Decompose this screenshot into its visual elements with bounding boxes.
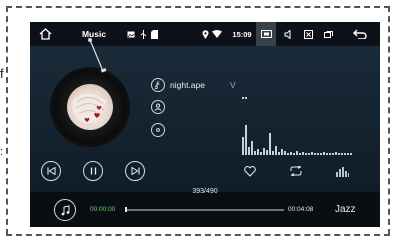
favorite-icon[interactable]	[243, 164, 257, 178]
frame-bottom	[6, 234, 390, 236]
song-name-suffix: V	[230, 80, 236, 90]
progress-track[interactable]	[126, 209, 284, 211]
artist-icon	[151, 100, 165, 114]
pause-button[interactable]	[83, 161, 103, 181]
location-icon	[200, 22, 210, 46]
wifi-icon	[211, 22, 223, 46]
music-player-screen: Music 15:09 night.ape V 393/490 00:00:00…	[30, 22, 380, 227]
album-icon	[151, 123, 165, 137]
frame-right	[388, 6, 390, 235]
equalizer-mode[interactable]: Jazz	[335, 204, 356, 215]
sd-card-icon	[149, 22, 159, 46]
stray-text: f	[0, 66, 4, 81]
close-box-icon[interactable]	[300, 22, 316, 46]
stray-text-2: :	[0, 146, 4, 158]
equalizer-icon[interactable]	[334, 164, 350, 178]
tonearm	[88, 38, 107, 73]
frame-left	[6, 6, 8, 235]
volume-icon[interactable]	[280, 22, 296, 46]
back-icon[interactable]	[348, 22, 372, 46]
next-button[interactable]	[125, 161, 145, 181]
frame-top	[6, 6, 390, 8]
track-counter: 393/490	[192, 188, 218, 195]
previous-button[interactable]	[41, 161, 61, 181]
progress-thumb[interactable]	[125, 207, 127, 212]
window-icon[interactable]	[320, 22, 336, 46]
album-cover	[67, 84, 113, 130]
repeat-icon[interactable]	[288, 164, 304, 178]
song-title-icon	[151, 78, 165, 92]
song-name: night.ape	[170, 80, 205, 90]
music-list-button[interactable]	[54, 199, 76, 221]
screenshot-icon[interactable]	[256, 22, 276, 46]
elapsed-time: 00:00:00	[90, 206, 116, 213]
clock: 15:09	[232, 29, 252, 39]
spectrum-visualizer	[240, 97, 352, 155]
total-time: 00:04:08	[288, 206, 314, 213]
